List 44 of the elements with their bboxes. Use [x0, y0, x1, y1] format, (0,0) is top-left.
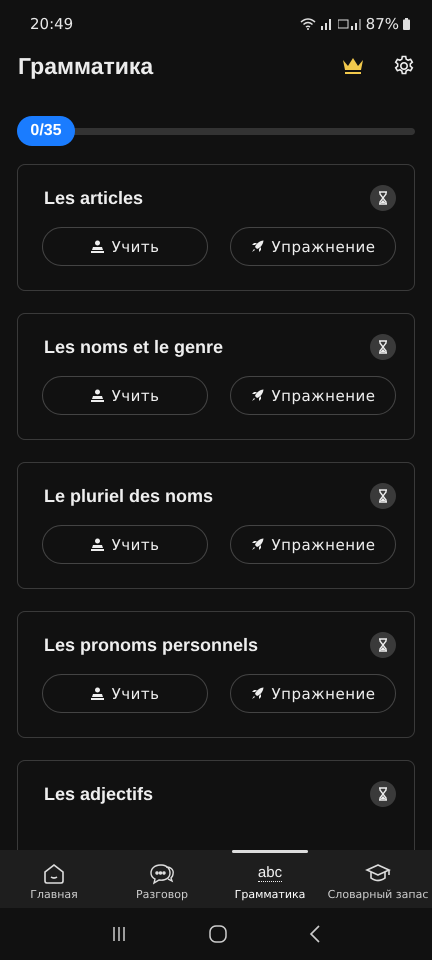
- hourglass-icon: [370, 185, 396, 211]
- practice-button[interactable]: Упражнение: [230, 376, 396, 415]
- learn-button[interactable]: Учить: [42, 376, 208, 415]
- rocket-icon: [250, 538, 264, 551]
- signal-icon: [338, 18, 362, 30]
- rocket-icon: [250, 389, 264, 402]
- teacher-icon: [90, 240, 104, 253]
- nav-tab[interactable]: Главная: [0, 850, 108, 908]
- learn-button[interactable]: Учить: [42, 227, 208, 266]
- back-icon[interactable]: [309, 925, 321, 943]
- rocket-icon: [250, 687, 264, 700]
- hourglass-icon: [370, 781, 396, 807]
- practice-button[interactable]: Упражнение: [230, 525, 396, 564]
- nav-tab[interactable]: Разговор: [108, 850, 216, 908]
- teacher-icon: [90, 538, 104, 551]
- recent-apps-icon[interactable]: [111, 926, 127, 942]
- lesson-title: Les noms et le genre: [44, 336, 224, 358]
- practice-button[interactable]: Упражнение: [230, 674, 396, 713]
- nav-tab[interactable]: abc Грамматика: [216, 850, 324, 908]
- home-icon: [42, 862, 66, 886]
- signal-icon: [320, 18, 334, 30]
- teacher-icon: [90, 389, 104, 402]
- crown-icon[interactable]: [342, 57, 364, 75]
- battery-percent: 87%: [366, 15, 399, 33]
- lesson-title: Le pluriel des noms: [44, 486, 214, 506]
- wifi-icon: [300, 18, 316, 30]
- learn-button[interactable]: Учить: [42, 525, 208, 564]
- chat-icon: [149, 862, 175, 886]
- home-button-icon[interactable]: [209, 925, 227, 943]
- lesson-title: Les pronoms personnels: [44, 634, 258, 656]
- teacher-icon: [90, 687, 104, 700]
- hourglass-icon: [370, 334, 396, 360]
- lesson-title: Les adjectifs: [44, 784, 154, 804]
- rocket-icon: [250, 240, 264, 253]
- hourglass-icon: [370, 483, 396, 509]
- learn-button[interactable]: Учить: [42, 674, 208, 713]
- practice-button[interactable]: Упражнение: [230, 227, 396, 266]
- page-title: Грамматика: [18, 52, 154, 80]
- battery-icon: [403, 18, 410, 30]
- status-time: 20:49: [30, 15, 74, 33]
- progress-label: 0/35: [17, 116, 75, 146]
- hourglass-icon: [370, 632, 396, 658]
- nav-tab[interactable]: Словарный запас: [324, 850, 432, 908]
- lesson-title: Les articles: [44, 188, 144, 208]
